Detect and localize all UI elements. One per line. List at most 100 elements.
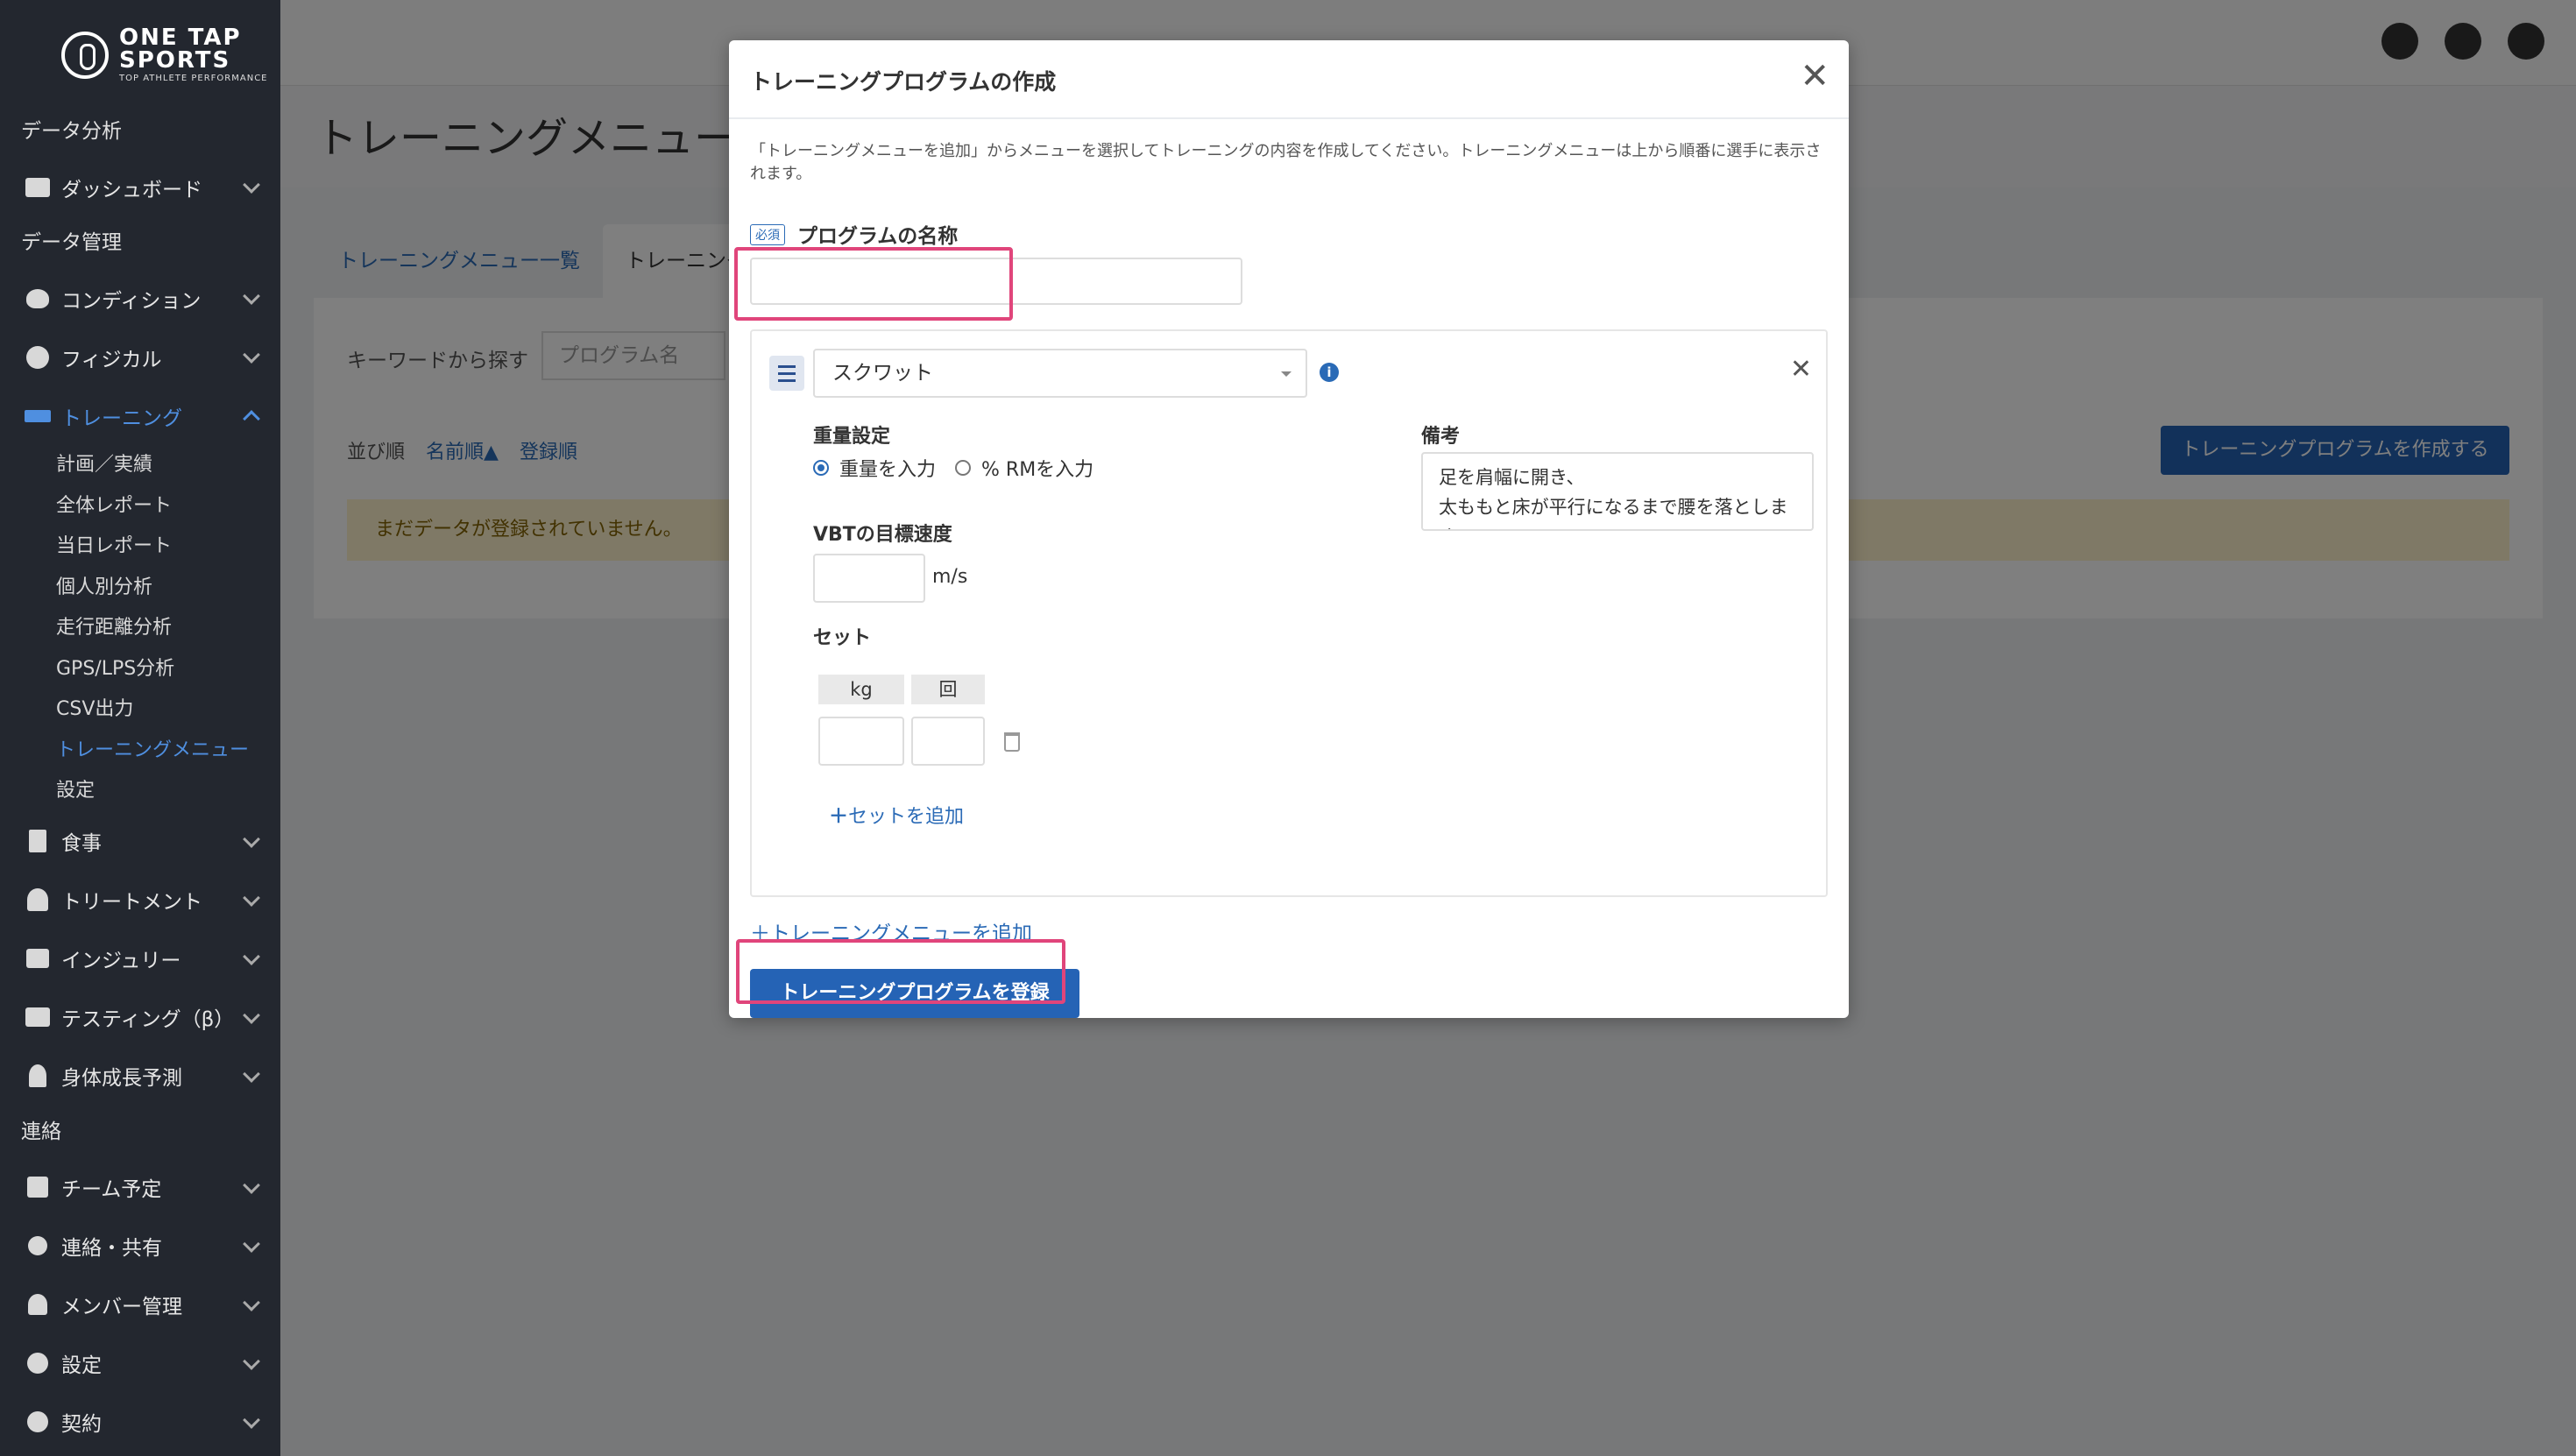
sidebar-item-growth[interactable]: 身体成長予測 [0, 1047, 280, 1106]
sidebar-item-label: 契約 [61, 1413, 102, 1436]
menu-select[interactable]: スクワット [813, 349, 1307, 398]
dumbbell-icon [23, 404, 53, 428]
chevron-down-icon [243, 1006, 260, 1024]
chart-user-icon [23, 1005, 53, 1029]
logo-line2: SPORTS [119, 47, 231, 74]
submenu-csv-export[interactable]: CSV出力 [56, 689, 280, 731]
chevron-down-icon [243, 947, 260, 965]
sidebar-item-injury[interactable]: インジュリー [0, 929, 280, 988]
user-circle-icon [23, 345, 53, 370]
sidebar-item-member-management[interactable]: メンバー管理 [0, 1276, 280, 1334]
sidebar-item-label: 食事 [61, 832, 102, 855]
share-icon [23, 1233, 53, 1258]
add-set-label: セットを追加 [848, 806, 965, 828]
chevron-down-icon [243, 346, 260, 364]
sidebar-item-label: トリートメント [61, 891, 202, 914]
logo-line1: ONE TAP [119, 25, 242, 51]
sidebar-item-treatment[interactable]: トリートメント [0, 871, 280, 929]
sidebar-section-data: データ管理 [21, 231, 122, 254]
vbt-label: VBTの目標速度 [813, 524, 952, 546]
chevron-down-icon [243, 1234, 260, 1253]
chevron-down-icon [243, 1064, 260, 1083]
col-reps: 回 [911, 675, 985, 704]
sidebar-item-label: コンディション [61, 289, 202, 313]
submenu-training-menu[interactable]: トレーニングメニュー [56, 731, 280, 772]
trash-icon[interactable] [1004, 732, 1020, 752]
radio-weight-label: 重量を入力 [839, 459, 937, 481]
weight-setting-label: 重量設定 [813, 426, 891, 448]
sidebar-item-meal[interactable]: 食事 [0, 812, 280, 871]
close-icon[interactable]: ✕ [1800, 56, 1829, 96]
dashboard-icon [23, 175, 53, 200]
submenu-distance-analysis[interactable]: 走行距離分析 [56, 608, 280, 649]
radio-rm-label: % RMを入力 [981, 459, 1094, 481]
sidebar-item-label: ダッシュボード [61, 178, 202, 201]
chevron-down-icon [243, 830, 260, 848]
add-set-link[interactable]: ＋セットを追加 [829, 801, 964, 829]
set-label: セット [813, 627, 872, 649]
gear-icon [23, 1351, 53, 1375]
user-icon [23, 1292, 53, 1317]
set-reps-input[interactable] [911, 717, 985, 766]
highlight-submit-button [736, 939, 1065, 1004]
sidebar-item-label: 設定 [61, 1354, 102, 1377]
submenu-daily-report[interactable]: 当日レポート [56, 527, 280, 568]
sidebar-item-contract[interactable]: 契約 [0, 1393, 280, 1452]
chevron-up-icon [243, 410, 260, 428]
radio-weight[interactable] [813, 460, 829, 476]
submenu-gps-analysis[interactable]: GPS/LPS分析 [56, 649, 280, 690]
chevron-down-icon [243, 287, 260, 305]
highlight-name-input [734, 247, 1013, 321]
sidebar-section-contact: 連絡 [21, 1120, 61, 1143]
calendar-icon [23, 1175, 53, 1199]
child-growth-icon [23, 1064, 53, 1088]
submenu-settings[interactable]: 設定 [56, 771, 280, 812]
app-logo[interactable]: ONE TAP SPORTS TOP ATHLETE PERFORMANCE [61, 26, 268, 83]
sidebar-item-label: フィジカル [61, 348, 162, 371]
weight-radio-group: 重量を入力 % RMを入力 [813, 454, 1093, 482]
submenu-individual-analysis[interactable]: 個人別分析 [56, 568, 280, 609]
sidebar-item-testing[interactable]: テスティング（β） [0, 988, 280, 1047]
sidebar-item-condition[interactable]: コンディション [0, 269, 280, 328]
submenu-overall-report[interactable]: 全体レポート [56, 486, 280, 527]
col-kg: kg [818, 675, 904, 704]
sidebar-item-label: テスティング（β） [61, 1008, 235, 1031]
chevron-down-icon [243, 176, 260, 194]
modal-title: トレーニングプログラムの作成 [750, 69, 1057, 95]
chevron-down-icon [243, 1176, 260, 1194]
required-badge: 必須 [750, 224, 785, 245]
sidebar-section-analysis: データ分析 [21, 120, 122, 143]
create-program-modal: トレーニングプログラムの作成 ✕ 「トレーニングメニューを追加」からメニューを選… [729, 40, 1849, 1018]
remove-menu-icon[interactable]: ✕ [1790, 354, 1812, 385]
sidebar-item-label: トレーニング [61, 406, 182, 430]
sidebar-item-physical[interactable]: フィジカル [0, 328, 280, 386]
program-name-label: プログラムの名称 [797, 225, 959, 248]
chevron-down-icon [243, 1293, 260, 1311]
sidebar-item-dashboard[interactable]: ダッシュボード [0, 158, 280, 216]
user-doctor-icon [23, 887, 53, 912]
sidebar: ONE TAP SPORTS TOP ATHLETE PERFORMANCE デ… [0, 0, 280, 1456]
first-aid-icon [23, 946, 53, 971]
chevron-down-icon [243, 888, 260, 907]
submenu-plan[interactable]: 計画／実績 [56, 445, 280, 486]
sidebar-item-contact-share[interactable]: 連絡・共有 [0, 1217, 280, 1276]
caret-down-icon [1281, 371, 1292, 377]
radio-rm[interactable] [955, 460, 972, 476]
vbt-speed-input[interactable] [813, 554, 925, 603]
sidebar-item-settings[interactable]: 設定 [0, 1334, 280, 1393]
sidebar-item-label: 身体成長予測 [61, 1067, 182, 1090]
sidebar-item-training[interactable]: トレーニング [0, 386, 280, 445]
set-kg-input[interactable] [818, 717, 904, 766]
notes-textarea[interactable]: 足を肩幅に開き、 太ももと床が平行になるまで腰を落とします。 [1421, 452, 1814, 531]
sidebar-item-label: 連絡・共有 [61, 1237, 162, 1260]
info-icon[interactable]: i [1320, 363, 1339, 382]
heart-icon [23, 286, 53, 311]
chevron-down-icon [243, 1410, 260, 1429]
vbt-unit: m/s [932, 566, 968, 588]
gear-icon [23, 1410, 53, 1434]
drag-handle-icon[interactable] [769, 356, 804, 391]
sidebar-item-label: チーム予定 [61, 1178, 162, 1201]
sidebar-nav: データ分析 ダッシュボード データ管理 コンディション フィジカル トレーニング… [0, 105, 280, 1452]
sidebar-item-team-schedule[interactable]: チーム予定 [0, 1158, 280, 1217]
sidebar-item-label: インジュリー [61, 950, 181, 972]
